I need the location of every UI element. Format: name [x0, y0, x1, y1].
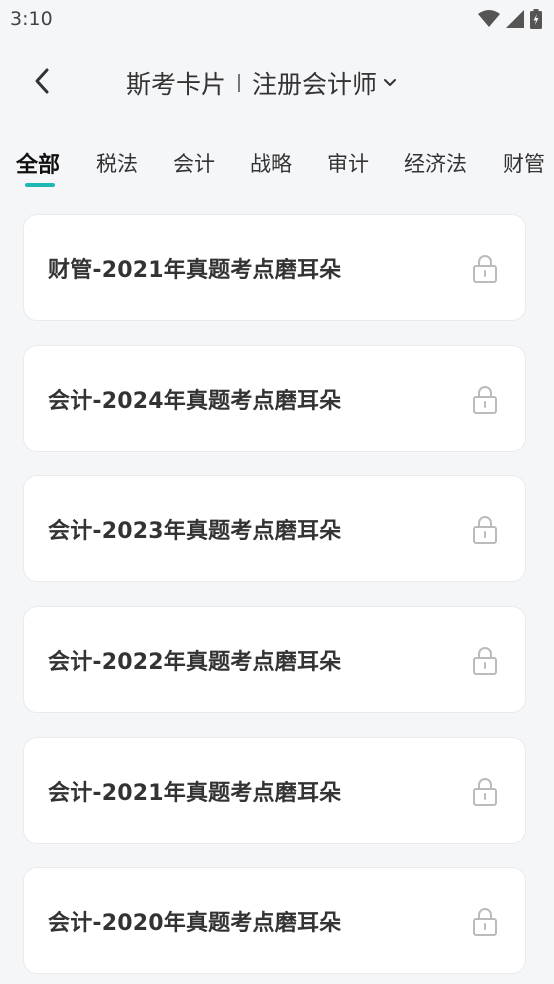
card-title: 会计-2023年真题考点磨耳朵 [48, 518, 342, 544]
card-item[interactable]: 会计-2020年真题考点磨耳朵 [23, 867, 526, 974]
lock-icon [471, 383, 499, 415]
status-icons [478, 9, 542, 29]
card-item[interactable]: 会计-2023年真题考点磨耳朵 [23, 475, 526, 582]
category-tabs: 全部 税法 会计 战略 审计 经济法 财管 [0, 140, 554, 190]
app-title: 斯考卡片 [126, 70, 227, 99]
lock-icon [471, 644, 499, 676]
status-time: 3:10 [10, 8, 53, 30]
title-divider [238, 74, 241, 92]
card-item[interactable]: 财管-2021年真题考点磨耳朵 [23, 214, 526, 321]
tab-audit[interactable]: 审计 [327, 148, 369, 190]
card-item[interactable]: 会计-2022年真题考点磨耳朵 [23, 606, 526, 713]
header: 斯考卡片 注册会计师 [0, 52, 554, 114]
title-selector[interactable]: 斯考卡片 注册会计师 [126, 66, 397, 100]
lock-icon [471, 775, 499, 807]
card-title: 会计-2020年真题考点磨耳朵 [48, 910, 342, 936]
subject-title: 注册会计师 [252, 70, 378, 99]
battery-icon [530, 9, 542, 29]
chevron-left-icon [33, 67, 51, 99]
back-button[interactable] [24, 65, 60, 101]
tab-strategy[interactable]: 战略 [250, 148, 292, 190]
card-item[interactable]: 会计-2021年真题考点磨耳朵 [23, 737, 526, 844]
active-tab-indicator [25, 183, 55, 187]
tab-economic-law[interactable]: 经济法 [404, 148, 467, 190]
tab-tax-law[interactable]: 税法 [96, 148, 138, 190]
card-title: 会计-2024年真题考点磨耳朵 [48, 388, 342, 414]
lock-icon [471, 905, 499, 937]
tab-accounting[interactable]: 会计 [173, 148, 215, 190]
card-title: 会计-2022年真题考点磨耳朵 [48, 649, 342, 675]
cellular-signal-icon [506, 10, 524, 28]
tab-financial-management[interactable]: 财管 [503, 148, 545, 190]
lock-icon [471, 513, 499, 545]
wifi-icon [478, 10, 500, 28]
card-title: 财管-2021年真题考点磨耳朵 [48, 257, 342, 283]
card-item[interactable]: 会计-2024年真题考点磨耳朵 [23, 345, 526, 452]
chevron-down-icon [383, 78, 397, 88]
status-bar: 3:10 [0, 0, 554, 38]
card-title: 会计-2021年真题考点磨耳朵 [48, 780, 342, 806]
lock-icon [471, 252, 499, 284]
